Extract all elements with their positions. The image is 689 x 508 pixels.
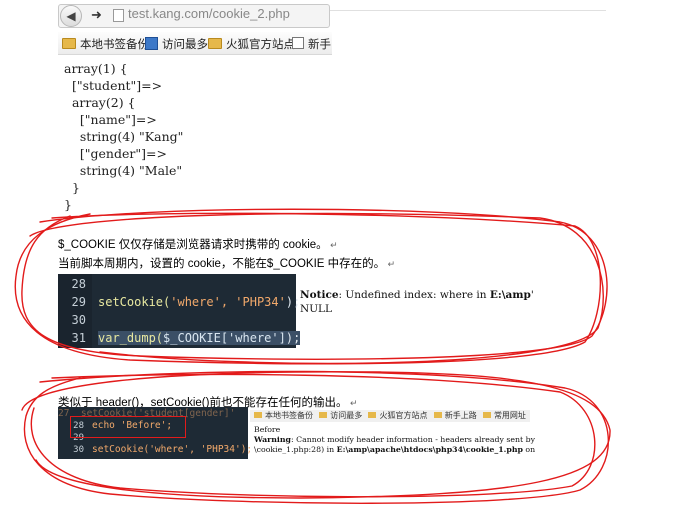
bookmark-most-visited[interactable]: 访问最多 (145, 36, 208, 52)
paragraph-mark-icon: ↵ (347, 398, 358, 408)
cookie-note-line-2: 当前脚本周期内，设置的 cookie，不能在$_COOKIE 中存在的。 ↵ (58, 258, 396, 270)
folder-icon (319, 412, 328, 418)
selected-code: var_dump($_COOKIE['where']); (98, 331, 301, 345)
warning-output: Before Warning: Cannot modify header inf… (254, 425, 536, 454)
bookmarks-toolbar: 本地书签备份 访问最多 火狐官方站点 新手 (58, 32, 332, 55)
code-editor-snippet-1: 28 29 setCookie('where', 'PHP34'); 30 31 v… (58, 274, 301, 348)
cookie-note-line-1: $_COOKIE 仅仅存储是浏览器请求时携带的 cookie。 ↵ (58, 239, 338, 251)
page-icon (113, 9, 124, 22)
bookmark-firefox-official[interactable]: 火狐官方站点 (208, 36, 295, 52)
code-line: 30 setCookie('where', 'PHP34'); (73, 444, 253, 455)
code-line: 30 (71, 313, 86, 327)
bookmark-local-backup[interactable]: 本地书签备份 (62, 36, 149, 52)
arrow-right-icon[interactable]: ➜ (91, 7, 102, 23)
code-line: 29 setCookie('where', 'PHP34'); (71, 295, 301, 309)
bookmark-newbie[interactable]: 新手 (292, 36, 331, 52)
paragraph-mark-icon: ↵ (385, 259, 396, 269)
paragraph-mark-icon: ↵ (327, 240, 338, 250)
folder-icon (433, 412, 442, 418)
folder-icon (62, 38, 76, 49)
folder-icon (368, 412, 377, 418)
var-dump-output: array(1) { ["student"]=> array(2) { ["na… (64, 61, 184, 212)
code-line: 28 (71, 277, 86, 291)
mini-bookmarks-toolbar: 本地书签备份 访问最多 火狐官方站点 新手上路 常用网址 (250, 410, 530, 422)
folder-icon (254, 412, 262, 418)
arrow-left-icon: ◀ (66, 9, 76, 23)
folder-icon (208, 38, 222, 49)
folder-icon (482, 412, 491, 418)
back-button[interactable]: ◀ (60, 5, 82, 27)
code-line: 31 var_dump($_COOKIE['where']); (71, 331, 301, 345)
page-icon (292, 37, 304, 49)
notice-output: Notice: Undefined index: where in E:\amp… (300, 289, 534, 315)
chart-icon (145, 37, 158, 50)
url-text[interactable]: test.kang.com/cookie_2.php (128, 6, 290, 21)
highlight-box (70, 416, 186, 438)
